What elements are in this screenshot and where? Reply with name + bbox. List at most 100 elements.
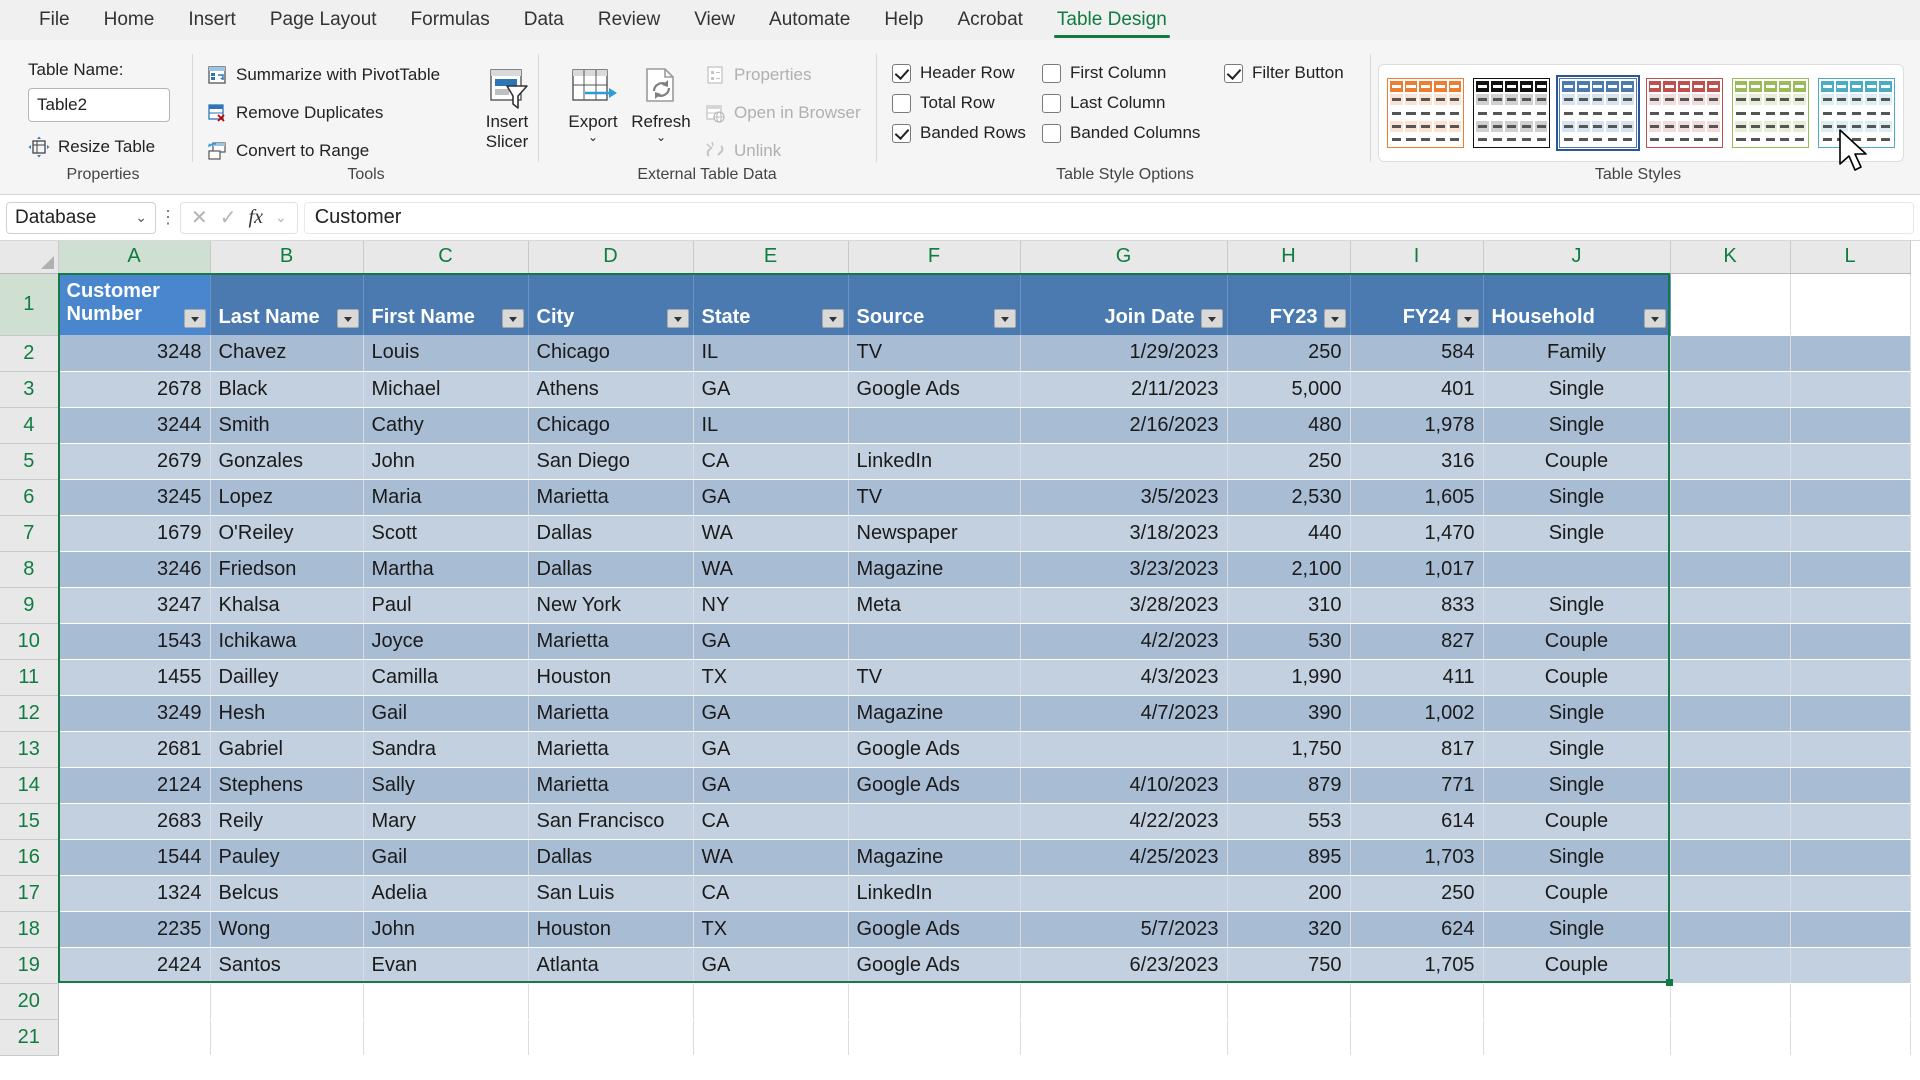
table-cell[interactable]: New York xyxy=(528,587,693,623)
filter-button-icon[interactable] xyxy=(1457,309,1479,328)
empty-cell[interactable] xyxy=(1670,371,1790,407)
table-cell[interactable]: 1,017 xyxy=(1350,551,1483,587)
table-cell[interactable]: Scott xyxy=(363,515,528,551)
table-cell[interactable]: Meta xyxy=(848,587,1020,623)
empty-cell[interactable] xyxy=(1670,335,1790,371)
table-cell[interactable]: 1,703 xyxy=(1350,839,1483,875)
table-cell[interactable]: Pauley xyxy=(210,839,363,875)
table-cell[interactable]: Chicago xyxy=(528,335,693,371)
empty-cell[interactable] xyxy=(1790,659,1910,695)
empty-cell[interactable] xyxy=(1790,623,1910,659)
checkbox-banded-columns[interactable]: Banded Columns xyxy=(1042,118,1200,148)
empty-cell[interactable] xyxy=(693,1019,848,1055)
row-header-16[interactable]: 16 xyxy=(0,839,58,875)
table-cell[interactable]: GA xyxy=(693,767,848,803)
table-cell[interactable]: 1,750 xyxy=(1227,731,1350,767)
empty-cell[interactable] xyxy=(58,983,210,1019)
table-cell[interactable]: Single xyxy=(1483,695,1670,731)
table-header-cell-join-date[interactable]: Join Date xyxy=(1020,273,1227,335)
empty-cell[interactable] xyxy=(1483,1019,1670,1055)
table-cell[interactable]: Dailley xyxy=(210,659,363,695)
table-cell[interactable]: Joyce xyxy=(363,623,528,659)
table-cell[interactable]: 4/2/2023 xyxy=(1020,623,1227,659)
table-cell[interactable]: TX xyxy=(693,659,848,695)
table-cell[interactable]: 2,100 xyxy=(1227,551,1350,587)
table-cell[interactable]: 1,705 xyxy=(1350,947,1483,983)
table-cell[interactable]: 4/10/2023 xyxy=(1020,767,1227,803)
empty-cell[interactable] xyxy=(1790,983,1910,1019)
formula-chevron-down-icon[interactable]: ⌄ xyxy=(275,209,287,226)
table-cell[interactable]: Magazine xyxy=(848,839,1020,875)
checkbox-header-row[interactable]: Header Row xyxy=(892,58,1026,88)
row-header-17[interactable]: 17 xyxy=(0,875,58,911)
empty-cell[interactable] xyxy=(1790,947,1910,983)
checkbox-banded-rows[interactable]: Banded Rows xyxy=(892,118,1026,148)
table-cell[interactable]: 2679 xyxy=(58,443,210,479)
table-cell[interactable]: 2235 xyxy=(58,911,210,947)
empty-cell[interactable] xyxy=(1790,875,1910,911)
table-cell[interactable]: Family xyxy=(1483,335,1670,371)
table-cell[interactable]: NY xyxy=(693,587,848,623)
table-cell[interactable]: 3/28/2023 xyxy=(1020,587,1227,623)
table-cell[interactable]: 1324 xyxy=(58,875,210,911)
table-cell[interactable]: Single xyxy=(1483,407,1670,443)
table-cell[interactable]: 3/5/2023 xyxy=(1020,479,1227,515)
empty-cell[interactable] xyxy=(848,983,1020,1019)
empty-cell[interactable] xyxy=(1020,1019,1227,1055)
table-cell[interactable]: O'Reiley xyxy=(210,515,363,551)
table-cell[interactable]: TV xyxy=(848,479,1020,515)
table-cell[interactable]: CA xyxy=(693,803,848,839)
table-cell[interactable]: TX xyxy=(693,911,848,947)
table-cell[interactable]: 3/18/2023 xyxy=(1020,515,1227,551)
filter-button-icon[interactable] xyxy=(822,309,844,328)
row-header-15[interactable]: 15 xyxy=(0,803,58,839)
empty-cell[interactable] xyxy=(1670,623,1790,659)
table-cell[interactable]: John xyxy=(363,911,528,947)
row-header-19[interactable]: 19 xyxy=(0,947,58,983)
table-cell[interactable]: Marietta xyxy=(528,479,693,515)
table-name-input[interactable]: Table2 xyxy=(28,88,170,122)
table-cell[interactable]: 3/23/2023 xyxy=(1020,551,1227,587)
empty-cell[interactable] xyxy=(1790,551,1910,587)
empty-cell[interactable] xyxy=(1790,479,1910,515)
table-header-cell-fy23[interactable]: FY23 xyxy=(1227,273,1350,335)
table-cell[interactable]: GA xyxy=(693,695,848,731)
table-cell[interactable]: 2683 xyxy=(58,803,210,839)
resize-table-button[interactable]: Resize Table xyxy=(28,132,155,162)
ribbon-tab-file[interactable]: File xyxy=(22,0,87,40)
empty-cell[interactable] xyxy=(363,983,528,1019)
table-cell[interactable]: 3248 xyxy=(58,335,210,371)
column-header-E[interactable]: E xyxy=(693,241,848,273)
table-cell[interactable]: 390 xyxy=(1227,695,1350,731)
table-cell[interactable]: 584 xyxy=(1350,335,1483,371)
row-header-1[interactable]: 1 xyxy=(0,273,58,335)
empty-cell[interactable] xyxy=(58,1019,210,1055)
table-cell[interactable]: 895 xyxy=(1227,839,1350,875)
name-box[interactable]: Database ⌄ xyxy=(6,202,156,234)
table-cell[interactable]: 2,530 xyxy=(1227,479,1350,515)
ribbon-tab-acrobat[interactable]: Acrobat xyxy=(940,0,1039,40)
table-cell[interactable]: Single xyxy=(1483,839,1670,875)
row-header-18[interactable]: 18 xyxy=(0,911,58,947)
table-cell[interactable]: Single xyxy=(1483,587,1670,623)
table-cell[interactable] xyxy=(1020,875,1227,911)
table-cell[interactable]: Chicago xyxy=(528,407,693,443)
summarize-with-pivottable-button[interactable]: Summarize with PivotTable xyxy=(206,60,440,90)
table-cell[interactable]: Single xyxy=(1483,515,1670,551)
table-header-cell-household[interactable]: Household xyxy=(1483,273,1670,335)
table-cell[interactable]: 2/11/2023 xyxy=(1020,371,1227,407)
table-styles-gallery[interactable] xyxy=(1378,64,1904,162)
checkbox-filter-button[interactable]: Filter Button xyxy=(1224,58,1344,88)
column-header-K[interactable]: K xyxy=(1670,241,1790,273)
table-cell[interactable]: IL xyxy=(693,335,848,371)
table-cell[interactable]: CA xyxy=(693,443,848,479)
table-cell[interactable]: Marietta xyxy=(528,695,693,731)
table-cell[interactable]: Gail xyxy=(363,839,528,875)
table-cell[interactable]: Magazine xyxy=(848,551,1020,587)
empty-cell[interactable] xyxy=(1790,371,1910,407)
table-cell[interactable]: 4/25/2023 xyxy=(1020,839,1227,875)
row-header-3[interactable]: 3 xyxy=(0,371,58,407)
empty-cell[interactable] xyxy=(1790,335,1910,371)
table-cell[interactable] xyxy=(848,623,1020,659)
table-cell[interactable]: Khalsa xyxy=(210,587,363,623)
